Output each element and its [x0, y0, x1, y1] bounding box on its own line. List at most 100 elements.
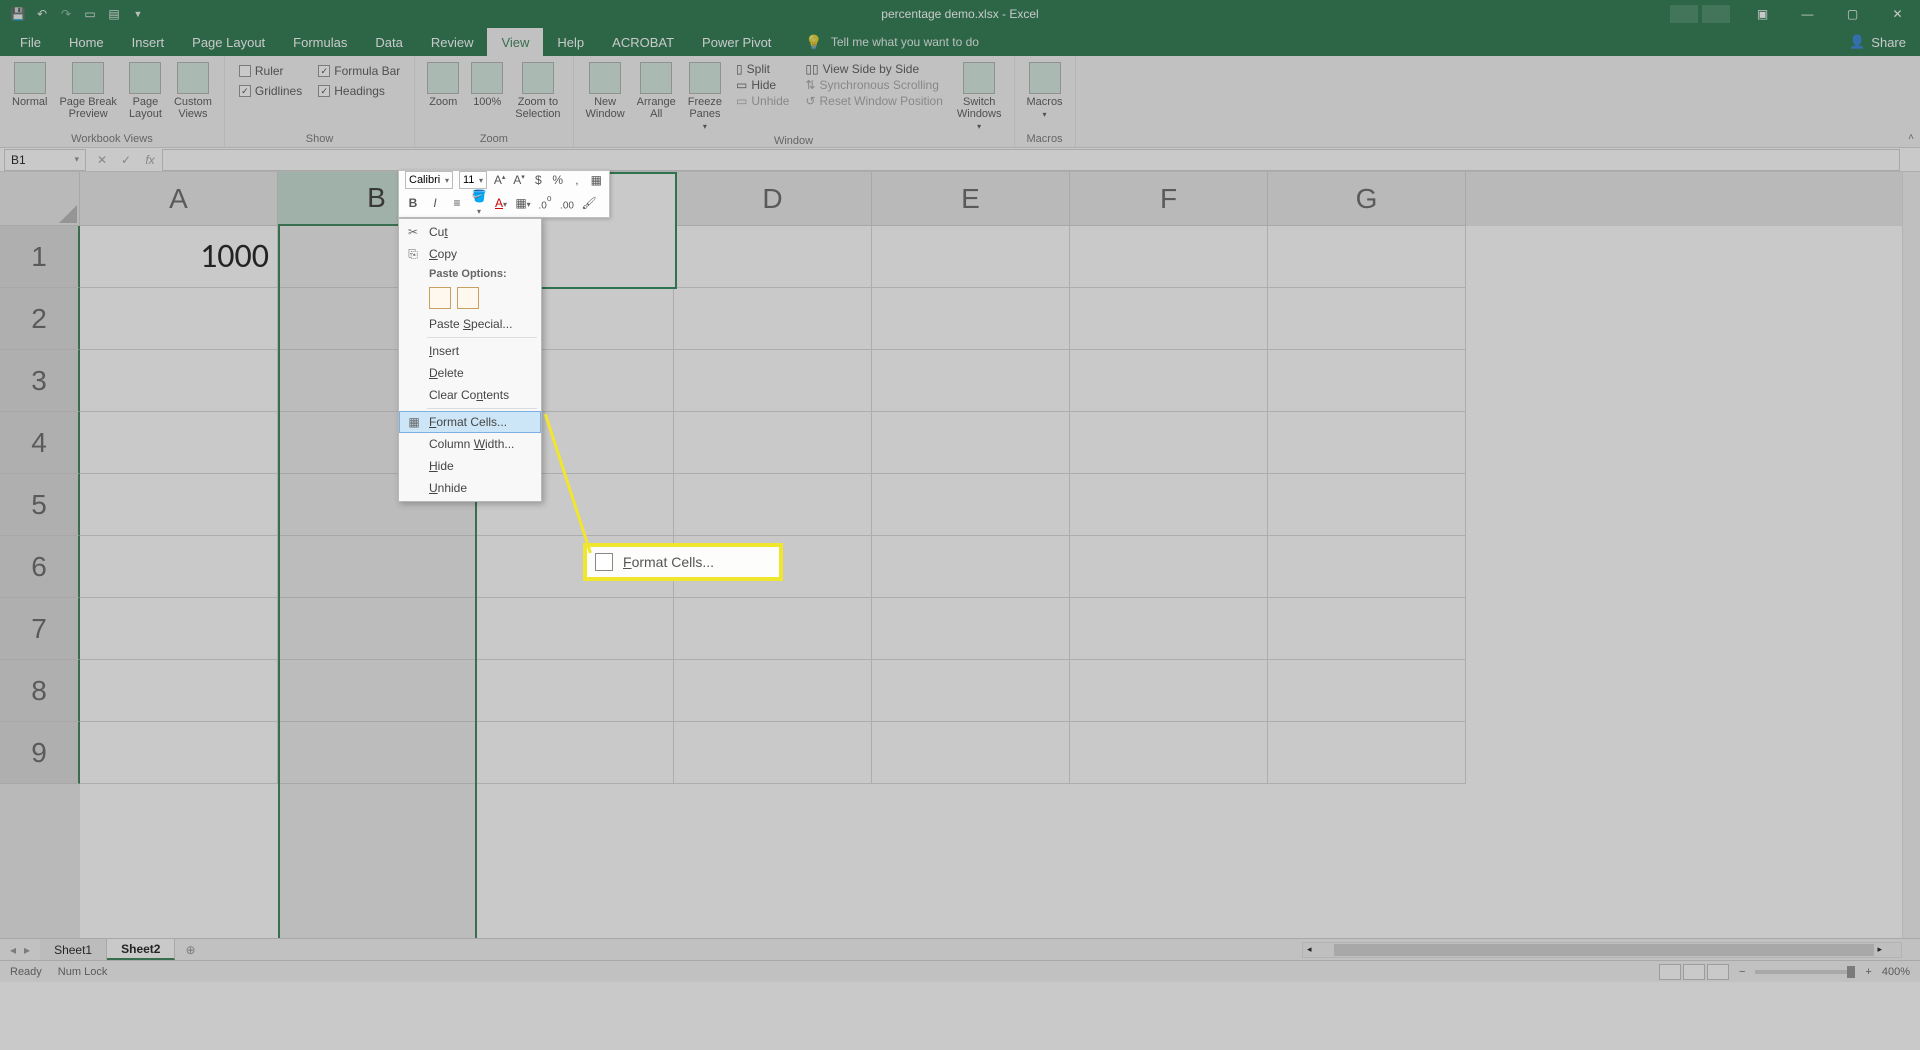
undo-icon[interactable]: ↶	[34, 6, 50, 22]
freeze-panes-button[interactable]: Freeze Panes▾	[684, 60, 726, 133]
sheet-tab-1[interactable]: Sheet1	[40, 939, 107, 960]
gridlines-checkbox[interactable]: ✓Gridlines	[239, 82, 302, 100]
horizontal-scrollbar[interactable]: ◂ ▸	[1302, 942, 1902, 958]
add-sheet-icon[interactable]: ⊕	[175, 943, 205, 957]
close-icon[interactable]: ✕	[1875, 0, 1920, 28]
vertical-scrollbar[interactable]	[1902, 172, 1920, 938]
ctx-format-cells[interactable]: ▦Format Cells...	[399, 411, 541, 433]
col-header-g[interactable]: G	[1268, 172, 1466, 226]
view-mode-icons[interactable]	[1659, 964, 1729, 980]
formula-input[interactable]	[162, 149, 1900, 171]
zoom-to-selection-button[interactable]: Zoom to Selection	[511, 60, 564, 122]
hide-button[interactable]: ▭Hide	[736, 78, 789, 92]
row-header-5[interactable]: 5	[0, 474, 80, 536]
col-header-a[interactable]: A	[80, 172, 278, 226]
ctx-delete[interactable]: Delete	[399, 362, 541, 384]
ctx-cut[interactable]: ✂Cut	[399, 221, 541, 243]
col-header-d[interactable]: D	[674, 172, 872, 226]
file-tab[interactable]: File	[6, 28, 55, 56]
headings-checkbox[interactable]: ✓Headings	[318, 82, 400, 100]
zoom-level[interactable]: 400%	[1882, 966, 1910, 978]
macros-button[interactable]: Macros▾	[1023, 60, 1067, 121]
zoom-slider[interactable]	[1755, 970, 1855, 974]
tab-power-pivot[interactable]: Power Pivot	[688, 28, 785, 56]
save-icon[interactable]: 💾	[10, 6, 26, 22]
new-file-icon[interactable]: ▭	[82, 6, 98, 22]
side-by-side-button[interactable]: ▯▯View Side by Side	[805, 62, 942, 76]
formula-bar-checkbox[interactable]: ✓Formula Bar	[318, 62, 400, 80]
tab-view[interactable]: View	[487, 28, 543, 56]
tab-formulas[interactable]: Formulas	[279, 28, 361, 56]
switch-windows-button[interactable]: Switch Windows▾	[953, 60, 1006, 133]
col-header-e[interactable]: E	[872, 172, 1070, 226]
row-header-9[interactable]: 9	[0, 722, 80, 784]
row-header-6[interactable]: 6	[0, 536, 80, 598]
borders-icon[interactable]: ▦▾	[515, 196, 531, 210]
hundred-button[interactable]: 100%	[467, 60, 507, 110]
row-header-2[interactable]: 2	[0, 288, 80, 350]
page-layout-button[interactable]: Page Layout	[125, 60, 166, 122]
sheet-tab-2[interactable]: Sheet2	[107, 939, 175, 960]
minimize-icon[interactable]: —	[1785, 0, 1830, 28]
row-header-8[interactable]: 8	[0, 660, 80, 722]
maximize-icon[interactable]: ▢	[1830, 0, 1875, 28]
zoom-in-icon[interactable]: +	[1865, 966, 1871, 978]
tab-review[interactable]: Review	[417, 28, 488, 56]
tab-page-layout[interactable]: Page Layout	[178, 28, 279, 56]
select-all-corner[interactable]	[0, 172, 80, 226]
redo-icon[interactable]: ↷	[58, 6, 74, 22]
tab-home[interactable]: Home	[55, 28, 118, 56]
row-header-1[interactable]: 1	[0, 226, 80, 288]
paste-values-icon[interactable]	[457, 287, 479, 309]
bold-icon[interactable]: B	[405, 196, 421, 210]
ctx-clear-contents[interactable]: Clear Contents	[399, 384, 541, 406]
cell-a1[interactable]: 1000	[80, 226, 278, 288]
zoom-button[interactable]: Zoom	[423, 60, 463, 110]
tab-insert[interactable]: Insert	[118, 28, 179, 56]
cell-g1[interactable]	[1268, 226, 1466, 288]
tab-help[interactable]: Help	[543, 28, 598, 56]
fx-icon[interactable]: fx	[138, 153, 162, 167]
decrease-decimal-icon[interactable]: .00	[559, 194, 575, 211]
new-window-button[interactable]: New Window	[582, 60, 629, 122]
account-area[interactable]	[1670, 5, 1730, 23]
page-break-button[interactable]: Page Break Preview	[55, 60, 120, 122]
zoom-out-icon[interactable]: −	[1739, 966, 1745, 978]
row-header-4[interactable]: 4	[0, 412, 80, 474]
grow-font-icon[interactable]: A▴	[493, 173, 506, 187]
ribbon-options-icon[interactable]: ▣	[1740, 0, 1785, 28]
comma-icon[interactable]: ,	[570, 173, 583, 187]
fill-color-icon[interactable]: 🪣▾	[471, 189, 487, 217]
ctx-hide[interactable]: Hide	[399, 455, 541, 477]
ctx-insert[interactable]: Insert	[399, 340, 541, 362]
tab-data[interactable]: Data	[361, 28, 416, 56]
custom-views-button[interactable]: Custom Views	[170, 60, 216, 122]
name-box[interactable]: B1▾	[4, 149, 86, 171]
cell-f1[interactable]	[1070, 226, 1268, 288]
col-header-f[interactable]: F	[1070, 172, 1268, 226]
tell-me-search[interactable]: 💡 Tell me what you want to do	[805, 34, 979, 51]
ctx-column-width[interactable]: Column Width...	[399, 433, 541, 455]
font-size-combo[interactable]: 11▾	[459, 171, 487, 189]
accounting-icon[interactable]: $	[532, 173, 545, 187]
row-header-7[interactable]: 7	[0, 598, 80, 660]
row-header-3[interactable]: 3	[0, 350, 80, 412]
cell-d1[interactable]	[674, 226, 872, 288]
tab-acrobat[interactable]: ACROBAT	[598, 28, 688, 56]
arrange-all-button[interactable]: Arrange All	[633, 60, 680, 122]
normal-button[interactable]: Normal	[8, 60, 51, 110]
ctx-unhide[interactable]: Unhide	[399, 477, 541, 499]
font-color-icon[interactable]: A▾	[493, 196, 509, 210]
shrink-font-icon[interactable]: A▾	[512, 173, 525, 187]
qa-dropdown-icon[interactable]: ▼	[130, 6, 146, 22]
ctx-copy[interactable]: ⎘Copy	[399, 243, 541, 265]
paste-default-icon[interactable]	[429, 287, 451, 309]
cell-grid[interactable]: 1000	[80, 226, 1902, 938]
center-icon[interactable]: ≡	[449, 196, 465, 210]
increase-decimal-icon[interactable]: .0⁰	[537, 194, 553, 211]
font-combo[interactable]: Calibri▾	[405, 171, 453, 189]
split-button[interactable]: ▯Split	[736, 62, 789, 76]
cell-e1[interactable]	[872, 226, 1070, 288]
percent-icon[interactable]: %	[551, 173, 564, 187]
format-cells-icon[interactable]: ▦	[590, 173, 603, 187]
